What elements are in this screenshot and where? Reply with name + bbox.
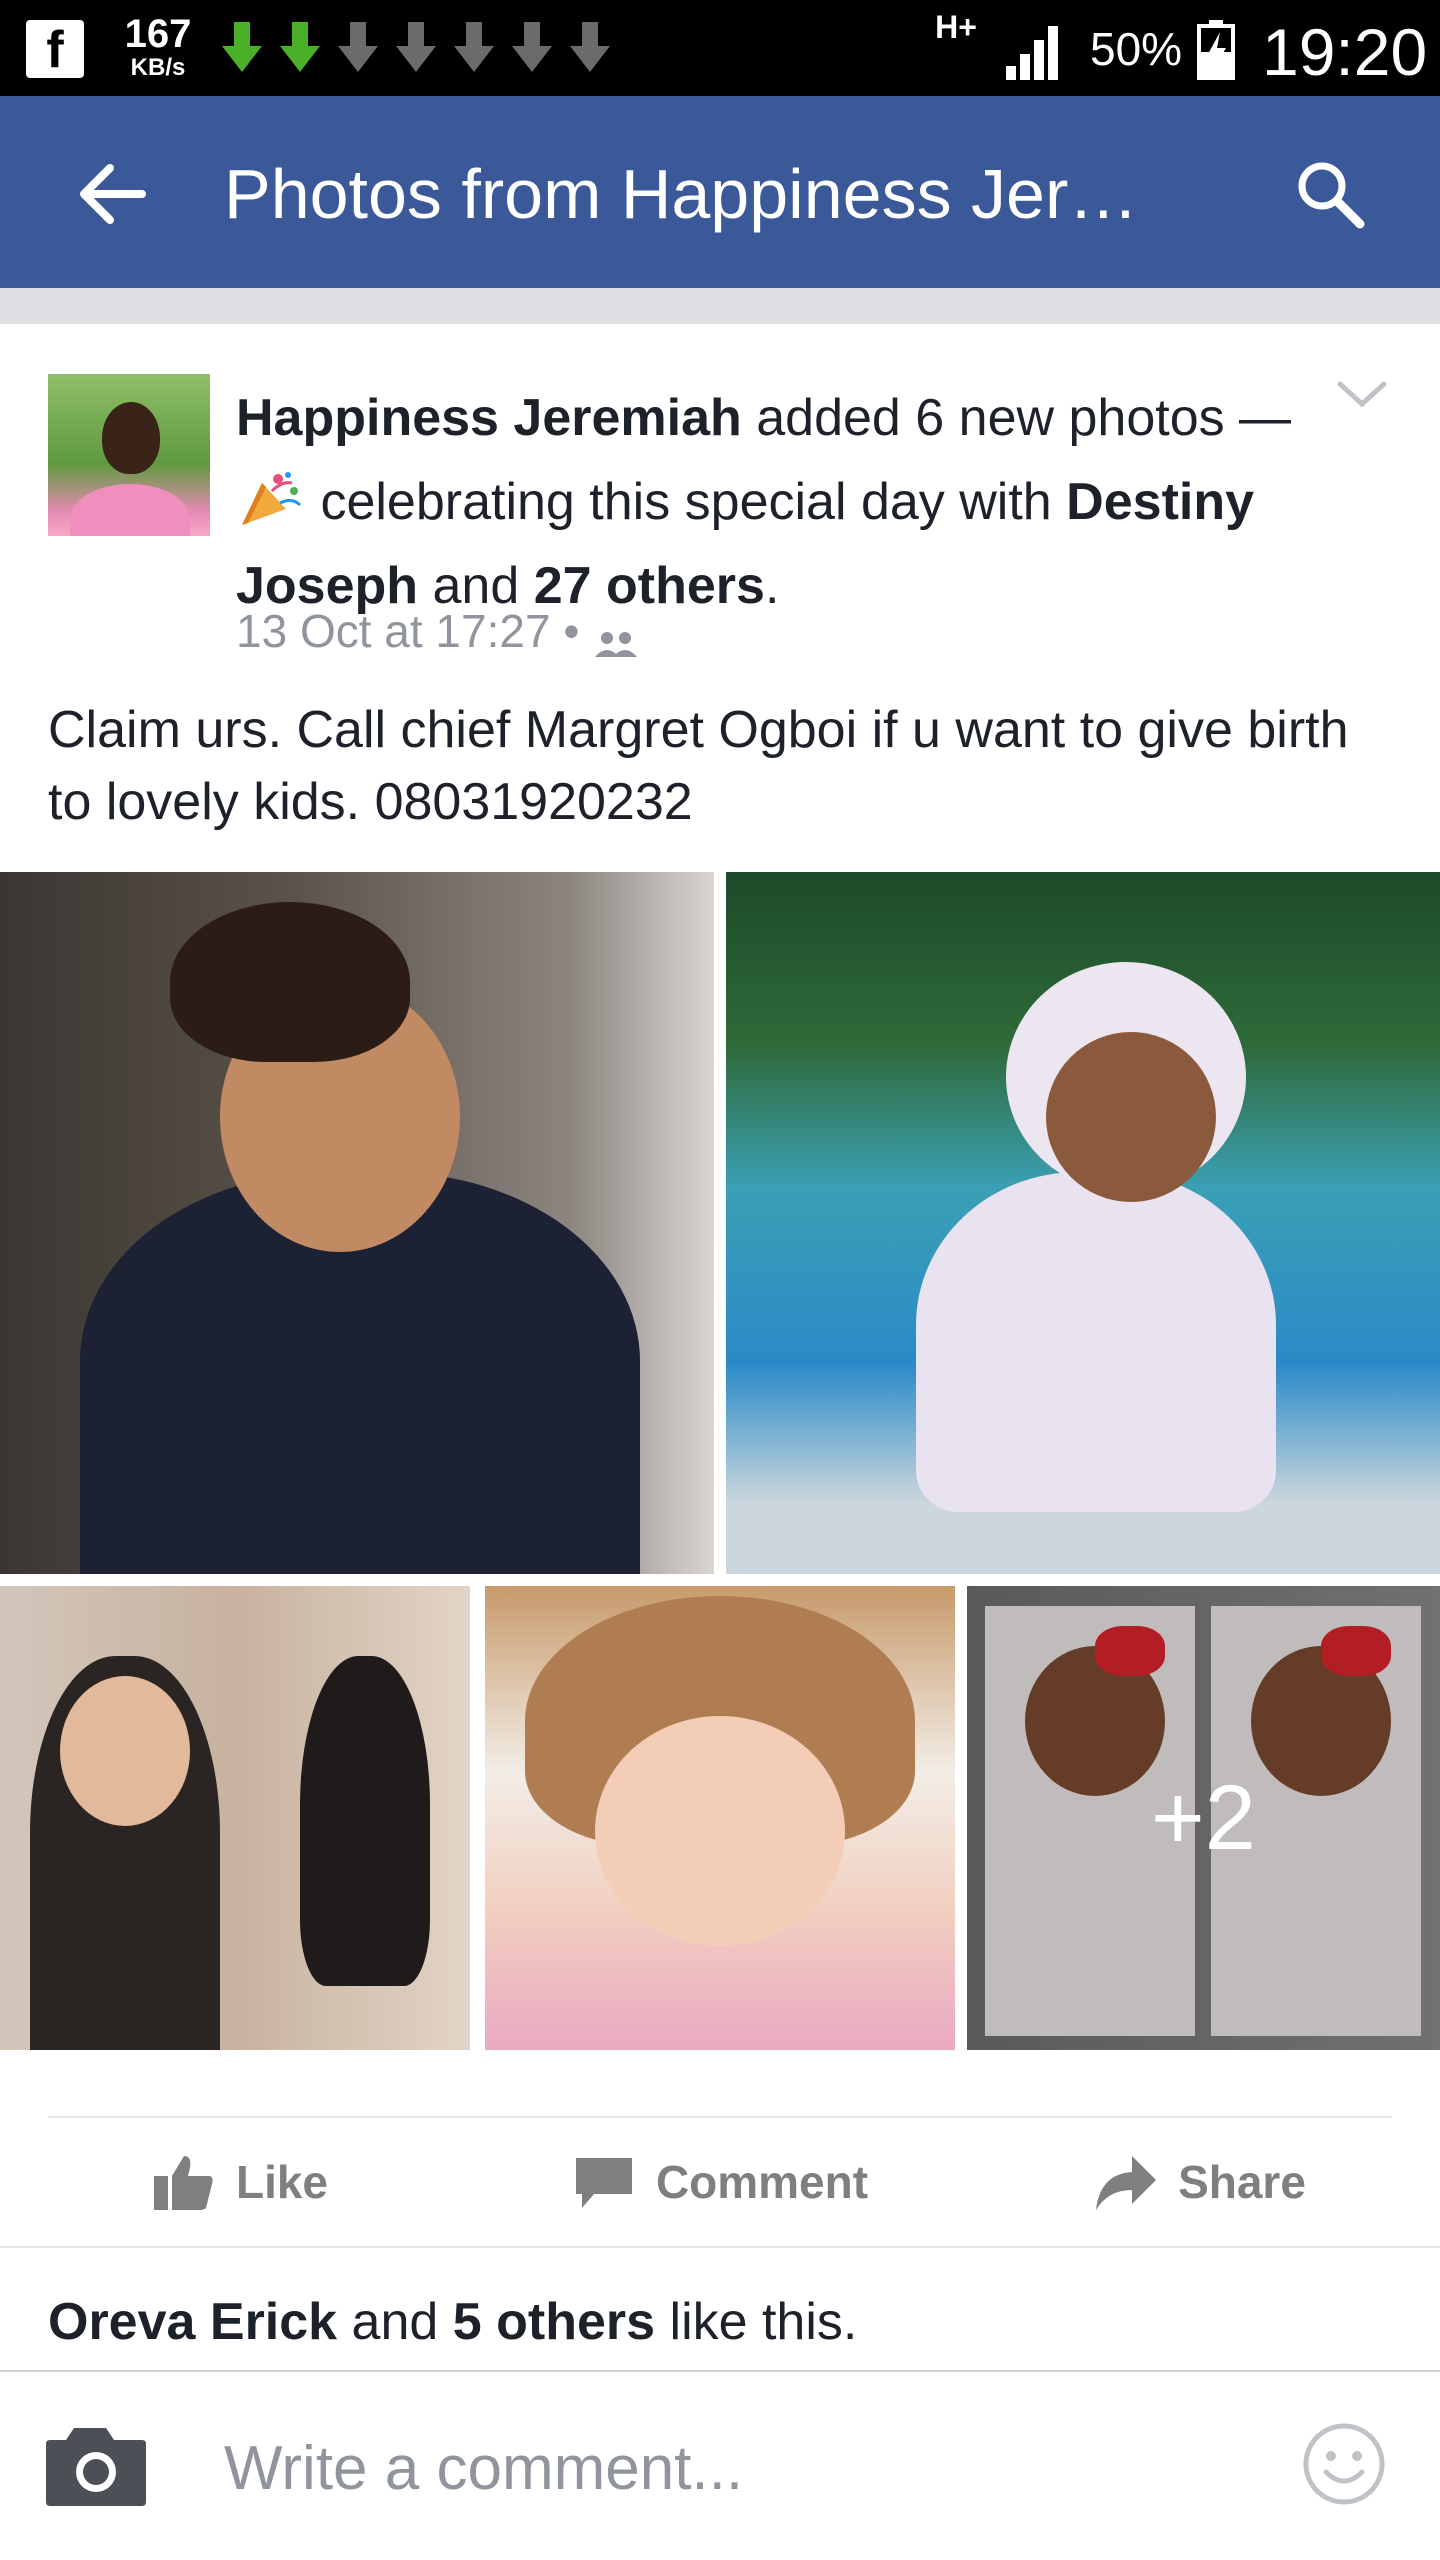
feed-separator [0,288,1440,324]
search-icon[interactable] [1290,154,1370,234]
first-liker[interactable]: Oreva Erick [48,2293,337,2351]
arrow-left-icon[interactable] [72,154,152,234]
share-arrow-icon [1096,2156,1157,2210]
photo-shape [170,902,410,1062]
photo-shape [60,1676,190,1826]
share-label: Share [1178,2156,1306,2208]
download-arrow-icon [276,20,324,76]
other-likers[interactable]: 5 others [453,2293,655,2351]
download-arrow-icon [566,20,614,76]
photo-shape [916,1172,1276,1512]
like-button[interactable]: Like [0,2118,480,2246]
camera-icon[interactable] [44,2422,148,2508]
photo-shape [300,1656,430,1986]
likes-suffix: like this. [655,2293,858,2351]
like-label: Like [235,2156,329,2208]
facebook-notification-icon: f [26,20,84,79]
author-avatar[interactable] [48,374,210,536]
avatar-body-shape [70,484,190,536]
thumbs-up-icon [153,2156,213,2210]
network-type: H+ [935,9,977,45]
post-card: Happiness Jeremiah added 6 new photos — … [0,324,1440,2370]
post-meta: 13 Oct at 17:27 • [236,604,639,658]
post-photo-3[interactable] [0,1586,470,2050]
download-arrow-icon [218,20,266,76]
post-body: Claim urs. Call chief Margret Ogboi if u… [48,701,1349,831]
download-arrow-icon [392,20,440,76]
post-photo-2[interactable] [726,872,1440,1574]
author-name[interactable]: Happiness Jeremiah [236,389,742,447]
signal-strength-icon [1000,18,1070,80]
post-photo-1[interactable] [0,872,714,1574]
smiley-icon[interactable] [1300,2420,1388,2508]
post-timestamp[interactable]: 13 Oct at 17:27 • [236,604,579,658]
period: . [764,557,780,615]
post-photo-5[interactable]: +2 [967,1586,1440,2050]
comment-composer [0,2370,1440,2560]
download-arrow-icon [508,20,556,76]
download-arrow-icon [334,20,382,76]
likes-and-text: and [337,2293,453,2351]
clock: 19:20 [1262,15,1428,89]
share-button[interactable]: Share [960,2118,1440,2246]
download-arrow-icon [450,20,498,76]
comment-label: Comment [655,2156,869,2208]
page-title: Photos from Happiness Jer… [224,155,1139,233]
status-bar: f 167 KB/s H+ 50% 19:20 [0,0,1440,96]
battery-charging-icon [1196,18,1236,80]
app-bar: Photos from Happiness Jer… [0,96,1440,288]
comment-button[interactable]: Comment [480,2118,960,2246]
photo-shape [1046,1032,1216,1202]
comment-icon [575,2158,632,2208]
friends-icon [593,616,639,657]
post-action-text: added 6 new photos — [741,389,1292,447]
battery-percent: 50% [1090,23,1183,75]
divider [0,2246,1440,2248]
likes-summary[interactable]: Oreva Erick and 5 others like this. [48,2292,857,2352]
post-photo-4[interactable] [485,1586,955,2050]
feeling-text: celebrating this special day with [306,473,1067,531]
comment-input[interactable] [224,2428,1224,2508]
chevron-down-icon[interactable] [1334,374,1390,414]
network-speed-value: 167 [124,12,192,56]
network-speed-unit: KB/s [130,54,186,81]
network-speed: 167 KB/s [118,14,198,80]
more-photos-count[interactable]: +2 [967,1586,1440,2050]
photo-shape [595,1716,845,1946]
post-actions: Like Comment Share [0,2118,1440,2246]
post-header: Happiness Jeremiah added 6 new photos — … [236,376,1326,628]
party-popper-icon [236,469,306,529]
avatar-head-shape [102,402,160,474]
